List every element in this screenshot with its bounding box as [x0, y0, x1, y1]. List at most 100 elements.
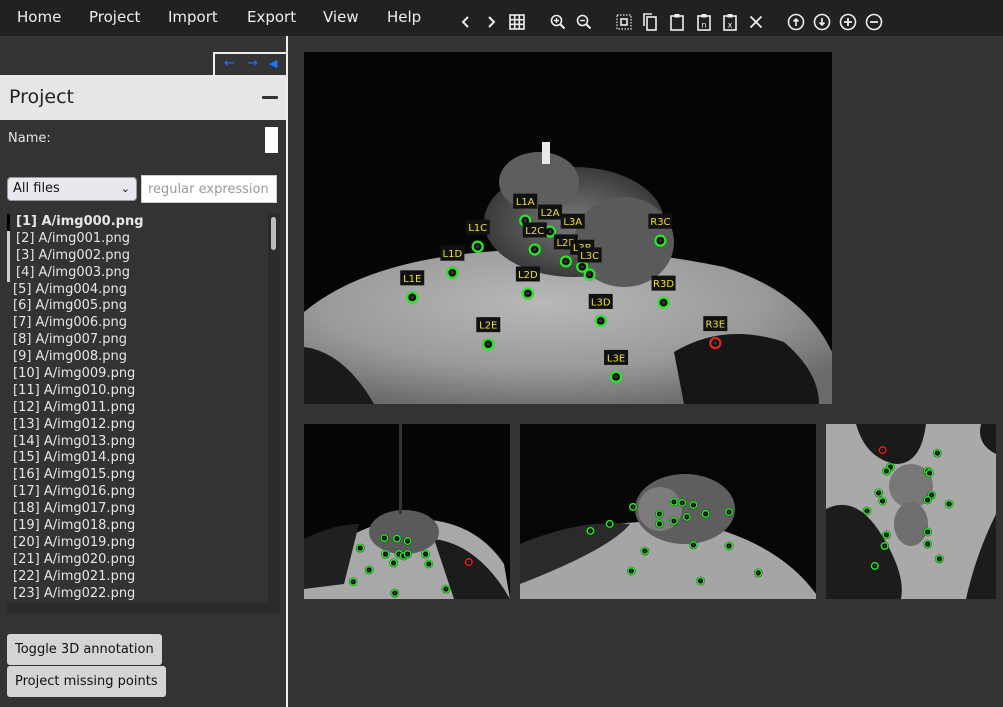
- file-list-item[interactable]: [21] A/img020.png: [7, 552, 268, 569]
- keypoint-marker[interactable]: [421, 549, 430, 559]
- menu-help[interactable]: Help: [387, 8, 421, 26]
- keypoint-marker[interactable]: [441, 584, 451, 594]
- keypoint-marker[interactable]: [655, 519, 664, 529]
- dock-right-button[interactable]: →: [247, 56, 258, 71]
- dock-collapse-button[interactable]: ◀: [269, 57, 277, 70]
- regex-filter-input[interactable]: [141, 175, 277, 203]
- menu-export[interactable]: Export: [247, 8, 296, 26]
- file-list-item[interactable]: [14] A/img013.png: [7, 434, 268, 451]
- select-all-icon[interactable]: [614, 12, 634, 32]
- keypoint-marker[interactable]: [874, 488, 883, 498]
- file-list-item[interactable]: [1] A/img000.png: [7, 214, 268, 231]
- zoom-in-icon[interactable]: [548, 12, 568, 32]
- menu-project[interactable]: Project: [89, 8, 140, 26]
- file-list-item[interactable]: [19] A/img018.png: [7, 518, 268, 535]
- keypoint-marker[interactable]: [669, 516, 679, 526]
- keypoint-marker[interactable]: [403, 536, 412, 546]
- file-list-item[interactable]: [4] A/img003.png: [7, 264, 268, 282]
- keypoint-marker[interactable]: [682, 512, 692, 522]
- project-missing-points-button[interactable]: Project missing points: [7, 666, 166, 697]
- file-list-item[interactable]: [22] A/img021.png: [7, 569, 268, 586]
- collapse-panel-button[interactable]: [262, 96, 278, 99]
- file-list-scrollbar[interactable]: [268, 214, 280, 602]
- keypoint-marker[interactable]: [348, 577, 358, 587]
- project-name-input[interactable]: [265, 127, 278, 153]
- file-list-item[interactable]: [7] A/img006.png: [7, 315, 268, 332]
- keypoint-marker[interactable]: [944, 499, 954, 509]
- keypoint-marker[interactable]: [882, 466, 891, 476]
- keypoint-marker[interactable]: [364, 565, 374, 575]
- file-list-item[interactable]: [23] A/img022.png: [7, 586, 268, 602]
- plus-circle-icon[interactable]: [838, 12, 858, 32]
- keypoint-marker[interactable]: [878, 445, 887, 455]
- keypoint-marker[interactable]: [689, 500, 698, 510]
- file-list-item[interactable]: [9] A/img008.png: [7, 349, 268, 366]
- keypoint-marker[interactable]: [935, 554, 944, 564]
- keypoint-marker[interactable]: [923, 527, 932, 537]
- menu-import[interactable]: Import: [168, 8, 218, 26]
- prev-icon[interactable]: [456, 12, 476, 32]
- keypoint-marker[interactable]: [392, 534, 402, 543]
- camera-view-3[interactable]: [826, 424, 996, 599]
- keypoint-marker[interactable]: [586, 526, 595, 536]
- keypoint-marker[interactable]: [390, 588, 400, 598]
- dock-left-button[interactable]: ←: [224, 56, 235, 71]
- zoom-out-icon[interactable]: [574, 12, 594, 32]
- main-camera-view[interactable]: L1AL2AL3AL1CL2CL2BL3BL3CL1DL1EL2DR3CR3DL…: [304, 52, 832, 404]
- keypoint-marker[interactable]: [381, 549, 390, 559]
- toggle-3d-annotation-button[interactable]: Toggle 3D annotation: [7, 634, 162, 665]
- sidebar-splitter[interactable]: [286, 36, 288, 707]
- menu-view[interactable]: View: [323, 8, 359, 26]
- keypoint-marker[interactable]: [380, 533, 389, 543]
- keypoint-marker[interactable]: [923, 539, 932, 549]
- keypoint-marker[interactable]: [882, 530, 891, 540]
- paste-icon[interactable]: [667, 12, 687, 32]
- keypoint-marker[interactable]: [701, 509, 710, 519]
- keypoint-marker[interactable]: [862, 506, 872, 516]
- keypoint-marker[interactable]: [880, 541, 889, 551]
- keypoint-marker[interactable]: [669, 497, 679, 507]
- keypoint-marker[interactable]: [724, 507, 734, 517]
- keypoint-marker[interactable]: [640, 546, 650, 556]
- scrollbar-thumb[interactable]: [271, 217, 276, 250]
- keypoint-marker[interactable]: [655, 509, 664, 519]
- keypoint-marker[interactable]: [923, 495, 932, 505]
- keypoint-marker[interactable]: [753, 568, 763, 578]
- next-icon[interactable]: [481, 12, 501, 32]
- copy-icon[interactable]: [640, 12, 660, 32]
- keypoint-marker[interactable]: [696, 576, 705, 586]
- keypoint-marker[interactable]: [689, 540, 698, 550]
- file-list-item[interactable]: [13] A/img012.png: [7, 417, 268, 434]
- menu-home[interactable]: Home: [17, 8, 61, 26]
- file-list-item[interactable]: [3] A/img002.png: [7, 247, 268, 265]
- file-filter-select[interactable]: All files ⌄: [7, 177, 137, 201]
- keypoint-marker[interactable]: [677, 498, 687, 508]
- camera-view-1[interactable]: [304, 424, 510, 599]
- keypoint-marker[interactable]: [605, 519, 614, 529]
- file-list-item[interactable]: [5] A/img004.png: [7, 282, 268, 299]
- paste-x-icon[interactable]: x: [720, 12, 740, 32]
- file-list-item[interactable]: [15] A/img014.png: [7, 450, 268, 467]
- file-list-item[interactable]: [11] A/img010.png: [7, 383, 268, 400]
- arrow-up-circle-icon[interactable]: [786, 12, 806, 32]
- file-list-item[interactable]: [6] A/img005.png: [7, 298, 268, 315]
- keypoint-marker[interactable]: [626, 566, 636, 576]
- file-list-item[interactable]: [2] A/img001.png: [7, 230, 268, 248]
- keypoint-marker[interactable]: [389, 558, 398, 568]
- close-icon[interactable]: [746, 12, 766, 32]
- keypoint-marker[interactable]: [464, 557, 474, 567]
- paste-n-icon[interactable]: n: [694, 12, 714, 32]
- keypoint-marker[interactable]: [925, 468, 934, 478]
- minus-circle-icon[interactable]: [864, 12, 884, 32]
- keypoint-marker[interactable]: [628, 502, 638, 512]
- file-list-item[interactable]: [10] A/img009.png: [7, 366, 268, 383]
- camera-view-2[interactable]: [520, 424, 816, 599]
- keypoint-marker[interactable]: [878, 496, 887, 506]
- keypoint-marker[interactable]: [355, 543, 365, 553]
- keypoint-marker[interactable]: [424, 559, 434, 569]
- grid-icon[interactable]: [507, 12, 527, 32]
- file-list-item[interactable]: [8] A/img007.png: [7, 332, 268, 349]
- file-list-item[interactable]: [20] A/img019.png: [7, 535, 268, 552]
- arrow-down-circle-icon[interactable]: [812, 12, 832, 32]
- file-list-item[interactable]: [17] A/img016.png: [7, 484, 268, 501]
